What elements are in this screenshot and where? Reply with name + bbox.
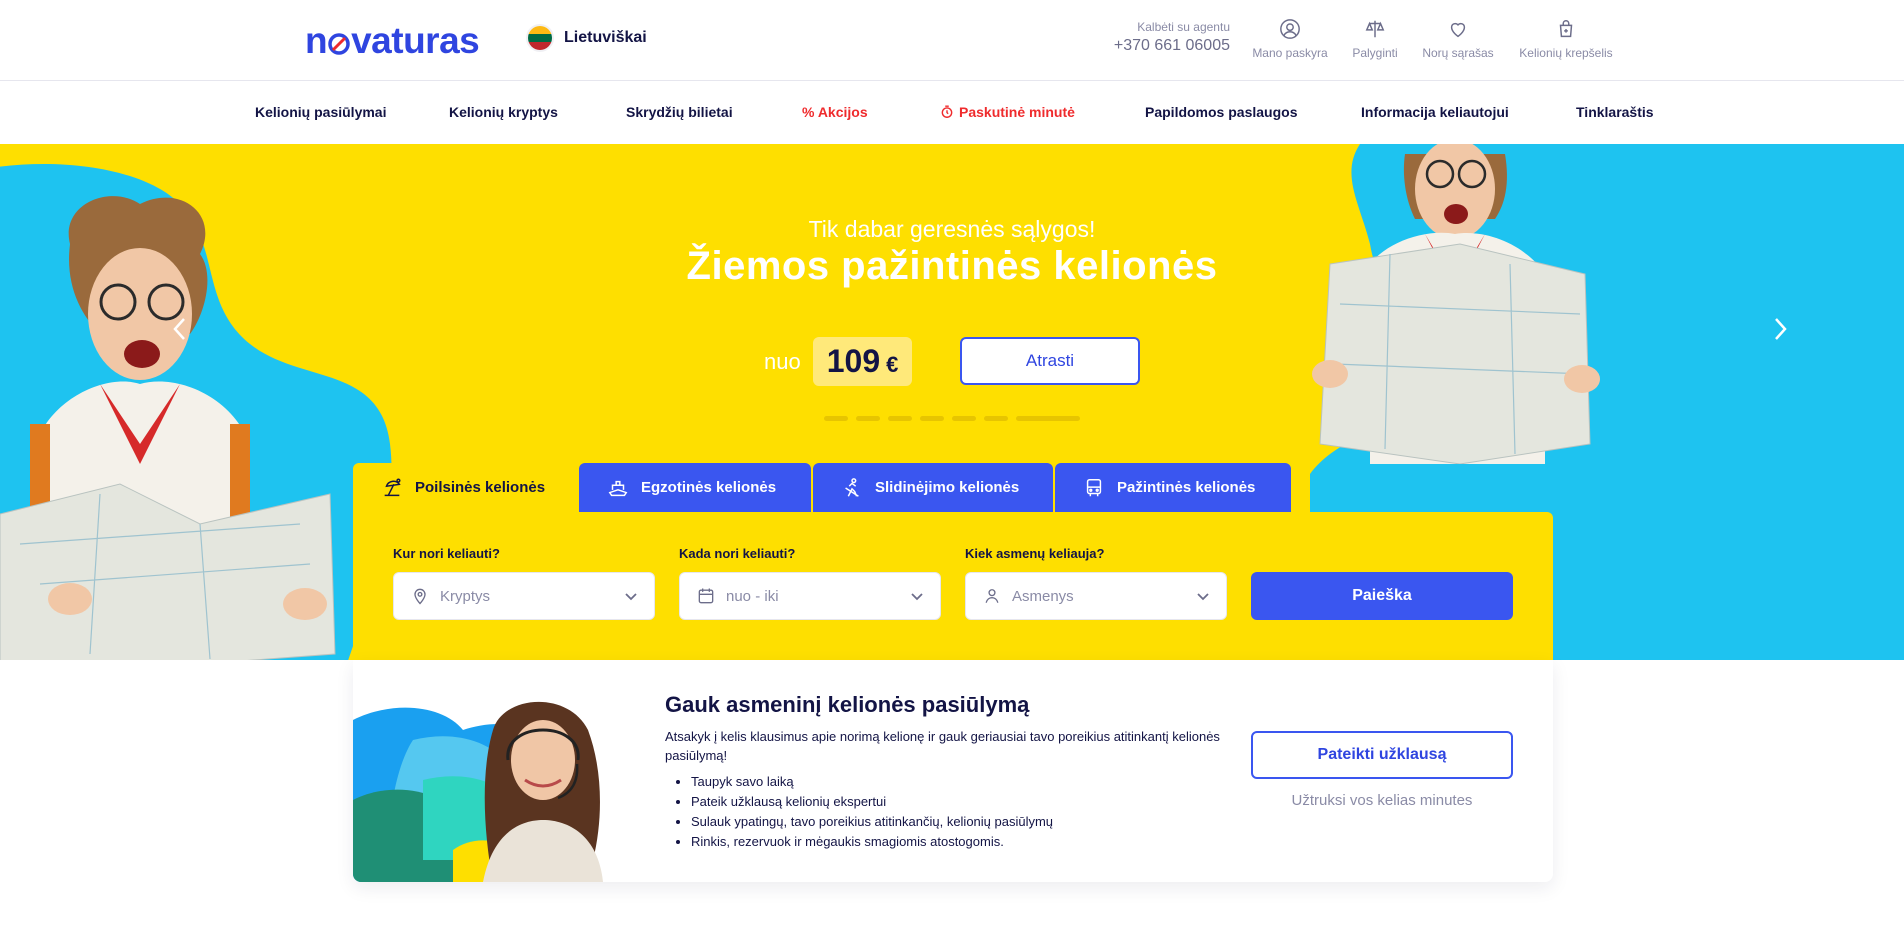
list-item: Taupyk savo laiką	[691, 772, 1053, 792]
price-value: 109	[826, 343, 881, 379]
list-item: Rinkis, rezervuok ir mėgaukis smagiomis …	[691, 832, 1053, 852]
wishlist-button[interactable]: Norų sąrašas	[1403, 18, 1513, 60]
offer-title: Gauk asmeninį kelionės pasiūlymą	[665, 692, 1030, 717]
price-badge: 109 €	[812, 337, 913, 386]
carousel-dot[interactable]	[856, 416, 880, 421]
nav-extra-services[interactable]: Papildomos paslaugos	[1145, 104, 1297, 120]
novaturas-logo[interactable]: n vaturas	[305, 20, 480, 62]
logo-globe-icon	[328, 33, 350, 55]
stopwatch-icon	[941, 105, 953, 118]
offer-description: Atsakyk į kelis klausimus apie norimą ke…	[665, 729, 1220, 763]
nav-destinations[interactable]: Kelionių kryptys	[449, 104, 558, 120]
top-header: n vaturas Lietuviškai Kalbėti su agentu +…	[0, 0, 1904, 81]
chevron-down-icon	[625, 593, 637, 601]
carousel-dot[interactable]	[920, 416, 944, 421]
agent-phone[interactable]: +370 661 06005	[1100, 37, 1230, 55]
travelers-select[interactable]: Asmenys	[965, 572, 1227, 620]
travelers-placeholder: Asmenys	[1012, 587, 1074, 605]
carousel-prev-button[interactable]	[170, 314, 190, 344]
submit-request-button[interactable]: Pateikti užklausą	[1251, 731, 1513, 779]
scales-icon	[1365, 20, 1385, 38]
agent-contact[interactable]: Kalbėti su agentu +370 661 06005	[1100, 20, 1230, 55]
user-icon	[1280, 19, 1300, 39]
list-item: Pateik užklausą kelionių ekspertui	[691, 792, 1053, 812]
tab-ski-label: Slidinėjimo kelionės	[875, 479, 1020, 496]
tab-exotic-trips[interactable]: Egzotinės kelionės	[579, 463, 811, 512]
cart-icon	[1559, 20, 1573, 38]
cart-button[interactable]: Kelionių krepšelis	[1511, 18, 1621, 60]
tab-sightseeing-label: Pažintinės kelionės	[1117, 479, 1256, 496]
agent-with-headset-image	[353, 701, 603, 882]
search-button[interactable]: Paieška	[1251, 572, 1513, 620]
chevron-right-icon	[1775, 318, 1787, 340]
location-pin-icon	[414, 588, 426, 605]
tab-leisure-label: Poilsinės kelionės	[415, 479, 546, 496]
nav-traveler-info[interactable]: Informacija keliautojui	[1361, 104, 1509, 120]
carousel-dot[interactable]	[888, 416, 912, 421]
list-item: Sulauk ypatingų, tavo poreikius atitinka…	[691, 812, 1053, 832]
dates-select[interactable]: nuo - iki	[679, 572, 941, 620]
beach-umbrella-icon	[384, 478, 401, 496]
tab-exotic-label: Egzotinės kelionės	[641, 479, 777, 496]
destination-placeholder: Kryptys	[440, 587, 491, 605]
nav-flight-tickets[interactable]: Skrydžių bilietai	[626, 104, 733, 120]
nav-last-minute-label: Paskutinė minutė	[959, 104, 1075, 120]
hero-subtitle: Tik dabar geresnės sąlygos!	[808, 216, 1096, 242]
bus-icon	[1086, 478, 1102, 496]
price-currency: €	[886, 352, 899, 377]
tab-leisure-trips[interactable]: Poilsinės kelionės	[353, 463, 577, 512]
destination-select[interactable]: Kryptys	[393, 572, 655, 620]
carousel-indicators	[824, 416, 1080, 421]
search-panel: Kur nori keliauti? Kryptys Kada nori kel…	[353, 512, 1553, 660]
heart-icon	[1450, 22, 1466, 38]
carousel-dot-active[interactable]	[1016, 416, 1080, 421]
skier-icon	[845, 477, 859, 497]
nav-last-minute[interactable]: Paskutinė minutė	[940, 104, 1075, 120]
nav-blog[interactable]: Tinklaraštis	[1576, 104, 1654, 120]
agent-label: Kalbėti su agentu	[1137, 20, 1230, 34]
chevron-down-icon	[1197, 593, 1209, 601]
carousel-dot[interactable]	[824, 416, 848, 421]
tab-sightseeing-trips[interactable]: Pažintinės kelionės	[1055, 463, 1291, 512]
person-icon	[985, 589, 999, 603]
language-selector[interactable]: Lietuviškai	[526, 24, 647, 52]
personal-offer-card: Gauk asmeninį kelionės pasiūlymą Atsakyk…	[353, 660, 1553, 882]
discover-button[interactable]: Atrasti	[960, 337, 1140, 385]
cart-label: Kelionių krepšelis	[1519, 46, 1613, 60]
wishlist-label: Norų sąrašas	[1422, 46, 1494, 60]
hero-price: nuo 109 €	[764, 337, 913, 386]
nav-travel-offers[interactable]: Kelionių pasiūlymai	[255, 104, 386, 120]
dates-placeholder: nuo - iki	[726, 587, 779, 605]
search-tabs: Poilsinės kelionės Egzotinės kelionės Sl…	[353, 463, 1291, 512]
lithuania-flag-icon	[526, 24, 554, 52]
destination-label: Kur nori keliauti?	[393, 546, 500, 561]
hero-title: Žiemos pažintinės kelionės	[686, 244, 1218, 288]
carousel-dot[interactable]	[984, 416, 1008, 421]
woman-with-map-image-right	[1312, 144, 1600, 464]
chevron-left-icon	[173, 318, 185, 340]
compare-label: Palyginti	[1352, 46, 1398, 60]
carousel-dot[interactable]	[952, 416, 976, 421]
ship-icon	[608, 480, 628, 496]
offer-note: Užtruksi vos kelias minutes	[1291, 792, 1473, 809]
price-from-label: nuo	[764, 348, 801, 374]
main-navigation: Kelionių pasiūlymai Kelionių kryptys Skr…	[0, 82, 1904, 144]
calendar-icon	[698, 588, 714, 604]
tab-ski-trips[interactable]: Slidinėjimo kelionės	[813, 463, 1053, 512]
language-label: Lietuviškai	[564, 29, 647, 46]
dates-label: Kada nori keliauti?	[679, 546, 796, 561]
chevron-down-icon	[911, 593, 923, 601]
nav-promotions[interactable]: % Akcijos	[802, 104, 868, 120]
offer-benefits-list: Taupyk savo laiką Pateik užklausą kelion…	[683, 772, 1053, 852]
my-account-label: Mano paskyra	[1252, 46, 1328, 60]
carousel-next-button[interactable]	[1770, 314, 1790, 344]
travelers-label: Kiek asmenų keliauja?	[965, 546, 1105, 561]
